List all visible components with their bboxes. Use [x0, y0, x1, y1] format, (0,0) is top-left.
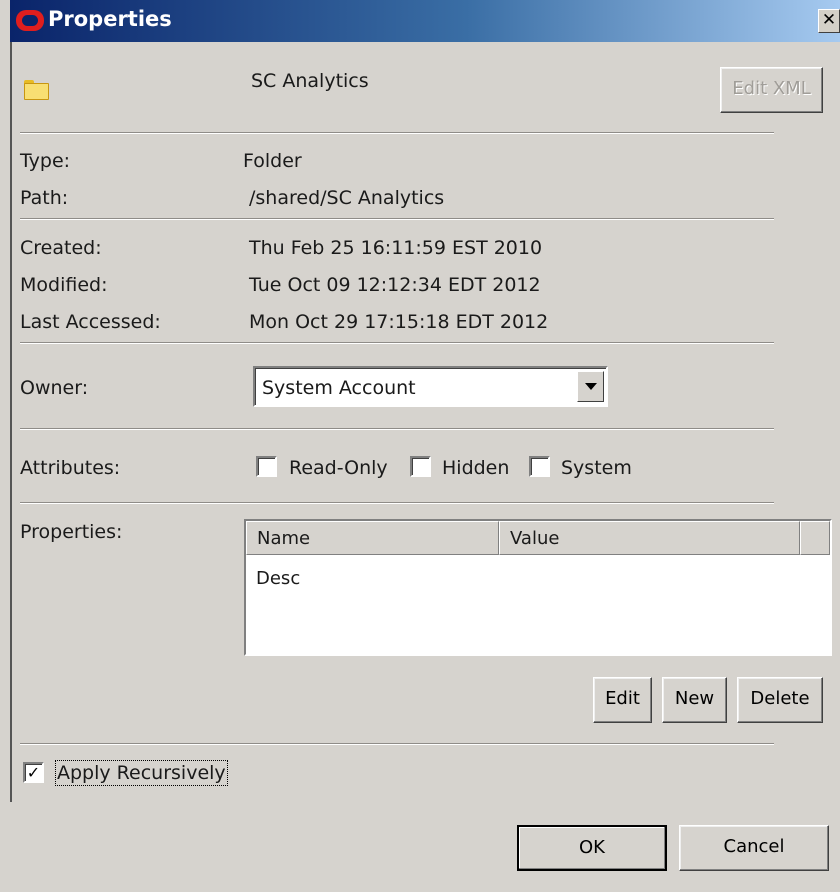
- ok-button[interactable]: OK: [517, 825, 667, 871]
- cancel-button[interactable]: Cancel: [679, 825, 829, 871]
- last-accessed-label: Last Accessed:: [20, 311, 161, 333]
- read-only-label[interactable]: Read-Only: [289, 457, 388, 479]
- type-label: Type:: [20, 150, 71, 172]
- modified-label: Modified:: [20, 274, 108, 296]
- separator: [20, 342, 774, 344]
- new-button[interactable]: New: [662, 677, 727, 723]
- apply-recursively-checkbox[interactable]: ✓: [23, 762, 44, 783]
- table-row-name[interactable]: Desc: [256, 568, 300, 589]
- attributes-label: Attributes:: [20, 457, 121, 479]
- column-header-value[interactable]: Value: [499, 521, 800, 555]
- owner-selected-value: System Account: [262, 377, 416, 399]
- path-value: /shared/SC Analytics: [249, 187, 445, 209]
- dropdown-arrow-icon[interactable]: [577, 371, 604, 402]
- folder-icon: [24, 80, 49, 100]
- owner-select[interactable]: System Account: [253, 366, 608, 407]
- separator: [20, 743, 774, 745]
- folder-name: SC Analytics: [251, 70, 369, 92]
- column-header-name[interactable]: Name: [246, 521, 499, 555]
- edit-xml-button[interactable]: Edit XML: [720, 67, 823, 113]
- separator: [20, 218, 774, 220]
- hidden-label[interactable]: Hidden: [442, 457, 509, 479]
- edit-button[interactable]: Edit: [593, 677, 652, 723]
- window-title: Properties: [48, 7, 172, 31]
- separator: [20, 502, 774, 504]
- read-only-checkbox[interactable]: [256, 456, 277, 477]
- close-icon[interactable]: ✕: [818, 9, 840, 33]
- properties-table: Name Value Desc: [244, 519, 832, 656]
- path-label: Path:: [20, 187, 69, 209]
- created-value: Thu Feb 25 16:11:59 EST 2010: [249, 237, 543, 259]
- delete-button[interactable]: Delete: [737, 677, 823, 723]
- separator: [20, 132, 774, 134]
- hidden-checkbox[interactable]: [410, 456, 431, 477]
- created-label: Created:: [20, 237, 102, 259]
- system-checkbox[interactable]: [529, 456, 550, 477]
- last-accessed-value: Mon Oct 29 17:15:18 EDT 2012: [249, 311, 549, 333]
- type-value: Folder: [243, 150, 302, 172]
- oracle-logo-icon: [16, 10, 44, 31]
- system-label[interactable]: System: [561, 457, 632, 479]
- column-header-filler: [800, 521, 830, 555]
- properties-label: Properties:: [20, 521, 123, 543]
- separator: [20, 428, 774, 430]
- apply-recursively-label[interactable]: Apply Recursively: [55, 760, 228, 786]
- title-bar: Properties ✕: [10, 0, 840, 42]
- modified-value: Tue Oct 09 12:12:34 EDT 2012: [249, 274, 541, 296]
- owner-label: Owner:: [20, 377, 89, 399]
